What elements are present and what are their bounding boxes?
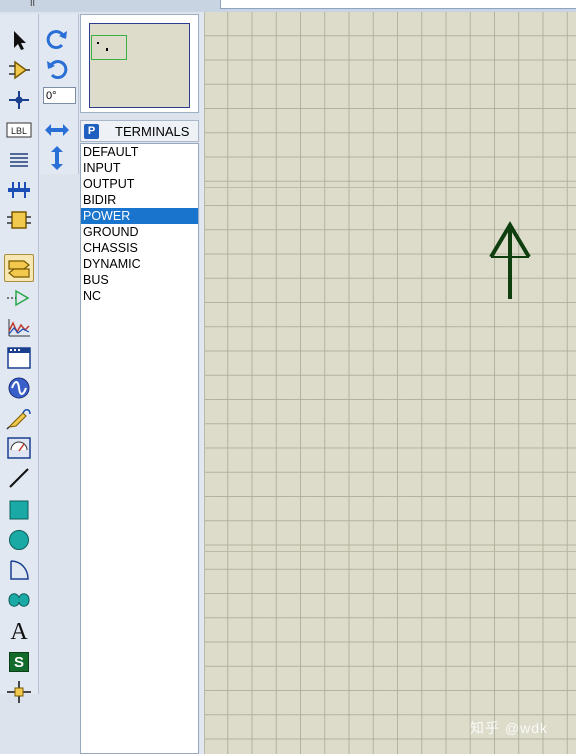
overview-object-marker (97, 42, 99, 44)
junction-dot-mode-button[interactable] (4, 86, 34, 114)
list-item[interactable]: INPUT (81, 160, 198, 176)
major-grid-line (204, 551, 576, 552)
mirror-horizontal-button[interactable] (42, 116, 72, 144)
2d-arc-mode-button[interactable] (4, 556, 34, 584)
object-selector-header: P TERMINALS (80, 120, 199, 142)
generator-sine-icon (8, 377, 30, 399)
mode-toolbar: LBL A S (0, 14, 39, 703)
arc-icon (10, 560, 29, 580)
device-pin-icon (7, 289, 30, 307)
lbl-label-icon: LBL (6, 122, 32, 138)
2d-line-mode-button[interactable] (4, 464, 34, 492)
schematic-canvas[interactable] (204, 12, 576, 754)
terminal-list: DEFAULT INPUT OUTPUT BIDIR POWER GROUND … (80, 143, 199, 754)
mirror-vertical-button[interactable] (42, 144, 72, 172)
overview-window[interactable] (80, 14, 199, 113)
overview-object-marker (106, 48, 108, 51)
probe-icon (6, 409, 31, 430)
terminals-mode-button[interactable] (4, 254, 34, 282)
subcircuit-mode-button[interactable] (4, 206, 34, 234)
graph-mode-button[interactable] (4, 314, 34, 342)
svg-text:LBL: LBL (11, 126, 27, 136)
generator-mode-button[interactable] (4, 374, 34, 402)
sheet-border-line (204, 12, 205, 754)
voltage-probe-mode-button[interactable] (4, 404, 34, 432)
component-mode-button[interactable] (4, 56, 34, 84)
2d-path-mode-button[interactable] (4, 586, 34, 614)
2d-text-mode-button[interactable]: A (4, 618, 34, 646)
subcircuit-icon (7, 211, 31, 229)
rotate-counterclockwise-button[interactable] (42, 56, 72, 84)
list-item[interactable]: BUS (81, 272, 198, 288)
rotate-clockwise-button[interactable] (42, 26, 72, 54)
mirror-horizontal-icon (45, 124, 69, 136)
terminal-icon (8, 260, 30, 278)
junction-dot-icon (9, 91, 29, 109)
bus-icon (8, 182, 30, 198)
2d-marker-mode-button[interactable] (4, 678, 34, 706)
component-icon (9, 60, 30, 80)
list-item[interactable]: CHASSIS (81, 240, 198, 256)
list-item[interactable]: OUTPUT (81, 176, 198, 192)
line-icon (9, 468, 29, 488)
list-item[interactable]: BIDIR (81, 192, 198, 208)
text-script-mode-button[interactable] (4, 146, 34, 174)
list-item-selected[interactable]: POWER (81, 208, 198, 224)
2d-symbol-mode-button[interactable]: S (4, 648, 34, 676)
rotate-clockwise-icon (46, 30, 67, 50)
rotate-counterclockwise-icon (47, 60, 68, 80)
rotation-angle-field[interactable]: 0° (43, 87, 76, 104)
graph-icon (8, 319, 30, 337)
list-item[interactable]: DEFAULT (81, 144, 198, 160)
text-script-icon (10, 153, 28, 167)
watermark-text: 知乎 @wdk (470, 720, 548, 736)
list-item[interactable]: DYNAMIC (81, 256, 198, 272)
wire-label-mode-button[interactable]: LBL (4, 116, 34, 144)
list-item[interactable]: NC (81, 288, 198, 304)
overview-viewport-rect[interactable] (91, 35, 127, 60)
document-tab[interactable] (220, 0, 576, 9)
tape-recorder-mode-button[interactable] (4, 344, 34, 372)
meter-icon (7, 437, 31, 459)
top-strip: II (0, 0, 576, 12)
device-pins-mode-button[interactable] (4, 284, 34, 312)
text-a-icon: A (10, 619, 28, 645)
arrow-pointer-icon (14, 31, 26, 50)
major-grid-line (204, 187, 576, 188)
mirror-vertical-icon (51, 146, 63, 170)
marker-icon (7, 681, 31, 703)
2d-box-mode-button[interactable] (4, 496, 34, 524)
2d-circle-mode-button[interactable] (4, 526, 34, 554)
buses-mode-button[interactable] (4, 176, 34, 204)
path-icon (8, 593, 30, 607)
list-item[interactable]: GROUND (81, 224, 198, 240)
circle-icon (9, 530, 29, 550)
window-mark: II (30, 0, 36, 8)
symbol-s-icon: S (9, 652, 29, 672)
pick-devices-button[interactable]: P (84, 123, 99, 139)
panel-title: TERMINALS (115, 123, 190, 139)
virtual-instruments-mode-button[interactable] (4, 434, 34, 462)
tape-recorder-icon (7, 347, 31, 369)
selection-mode-button[interactable] (4, 26, 34, 54)
box-icon (9, 500, 29, 520)
power-terminal-arrow-icon[interactable] (488, 219, 532, 301)
